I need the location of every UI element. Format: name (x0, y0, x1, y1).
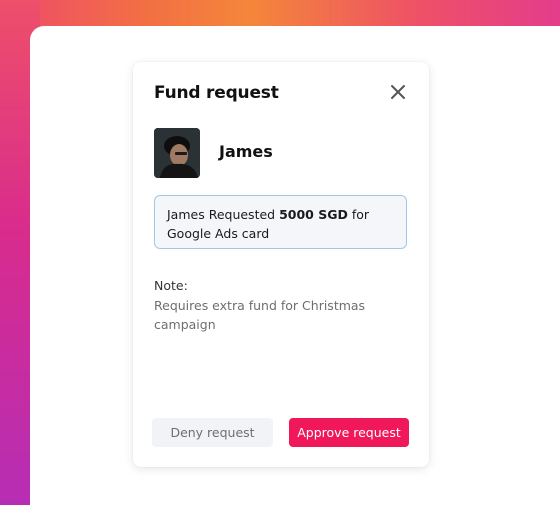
modal-title: Fund request (154, 83, 279, 103)
fund-request-modal: Fund request James James Requested 5000 … (133, 62, 429, 467)
note-label: Note: (154, 278, 188, 293)
avatar (154, 128, 200, 178)
approve-request-button[interactable]: Approve request (289, 418, 409, 447)
request-amount: 5000 SGD (279, 207, 348, 222)
note-text: Requires extra fund for Christmas campai… (154, 298, 366, 332)
request-summary: James Requested 5000 SGD for Google Ads … (154, 195, 407, 249)
user-name: James (219, 142, 273, 161)
close-icon[interactable] (388, 82, 408, 102)
deny-request-button[interactable]: Deny request (152, 418, 273, 447)
request-prefix: James Requested (167, 207, 276, 222)
